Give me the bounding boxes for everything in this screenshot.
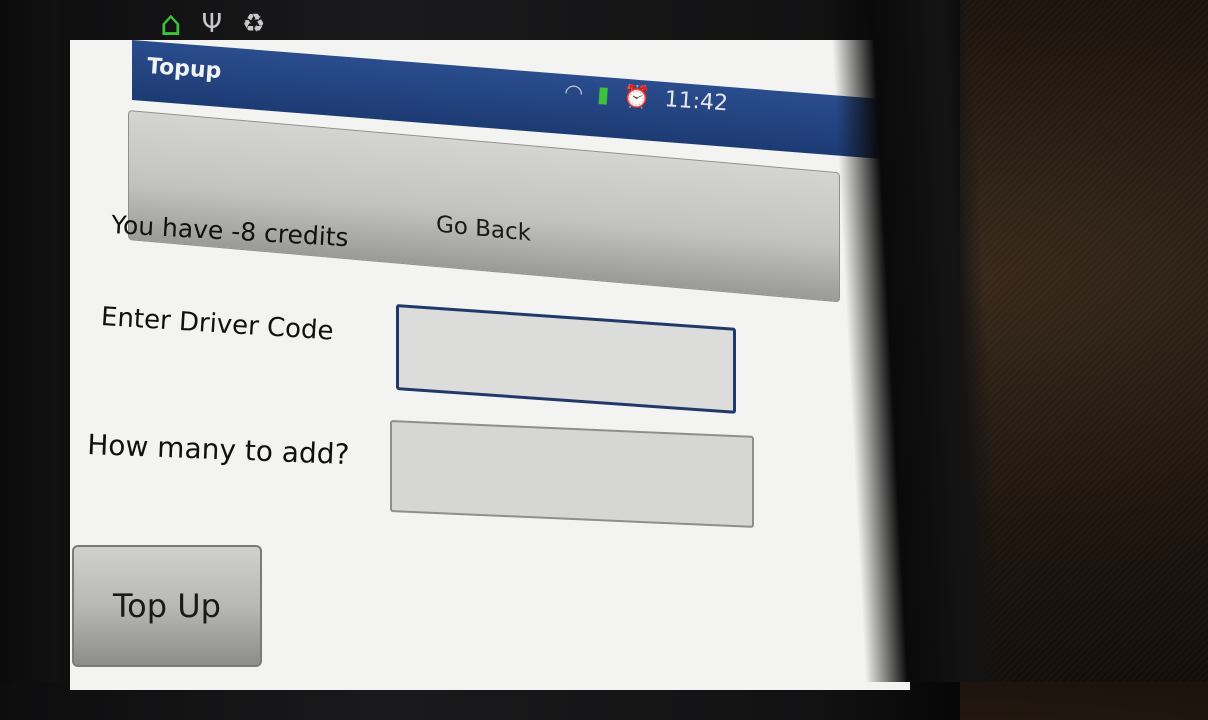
app-title: Topup (146, 54, 223, 85)
driver-code-field[interactable] (396, 304, 736, 414)
alarm-icon: ⏰ (622, 84, 652, 111)
battery-icon: ▮ (596, 82, 611, 109)
home-icon: ⌂ (160, 4, 182, 44)
status-time: 11:42 (663, 87, 729, 117)
top-up-button[interactable]: Top Up (72, 545, 262, 667)
amount-label: How many to add? (86, 428, 351, 472)
driver-code-label: Enter Driver Code (100, 302, 335, 347)
wifi-icon: ◠ (563, 80, 585, 107)
amount-field[interactable] (390, 420, 754, 528)
phone-notification-icons: ⌂ Ψ ♻ (160, 4, 265, 44)
go-back-label: Go Back (436, 211, 532, 247)
usb-icon: Ψ (201, 9, 223, 39)
phone-screen: Go Back You have -8 credits Enter Driver… (70, 40, 910, 690)
bezel-left (0, 0, 78, 682)
recycle-icon: ♻ (242, 9, 266, 39)
top-up-label: Top Up (113, 587, 221, 625)
